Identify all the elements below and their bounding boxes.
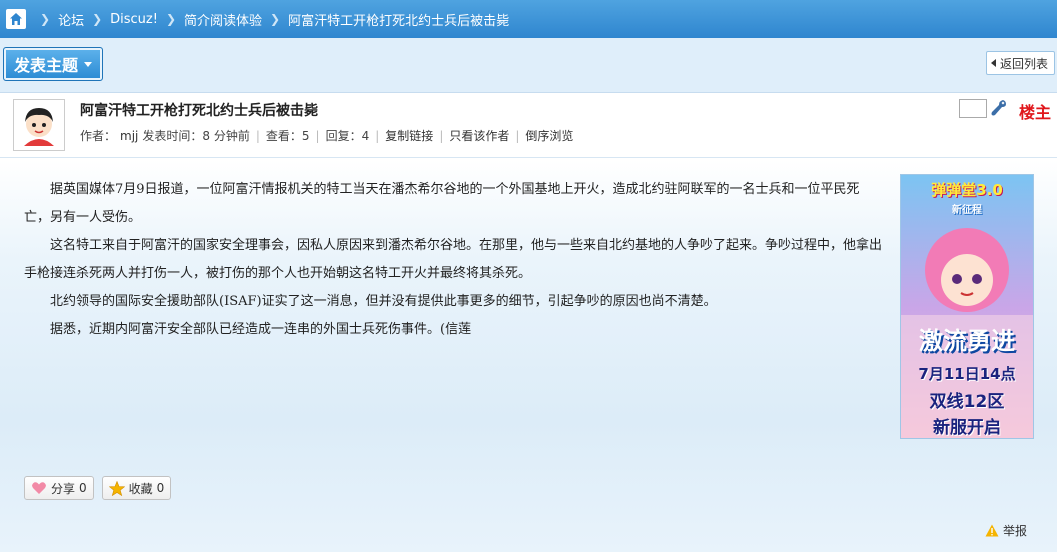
floor-jump-input[interactable] bbox=[959, 99, 987, 118]
replies-count: 4 bbox=[361, 128, 370, 143]
ad-banner[interactable]: 弹弹堂3.0 新征程 激流勇进 7月11日14点 双线12区 新服开启 bbox=[900, 174, 1034, 439]
post-content: 据英国媒体7月9日报道，一位阿富汗情报机关的特工当天在潘杰希尔谷地的一个外国基地… bbox=[24, 176, 884, 344]
time-label: 发表时间： bbox=[142, 129, 203, 143]
breadcrumb-separator: ❯ bbox=[165, 12, 177, 26]
meta-divider: | bbox=[255, 128, 260, 143]
breadcrumb-separator: ❯ bbox=[40, 12, 51, 26]
wrench-icon[interactable] bbox=[991, 99, 1007, 117]
post-paragraph: 这名特工来自于阿富汗的国家安全理事会，因私人原因来到潘杰希尔谷地。在那里，他与一… bbox=[24, 238, 883, 281]
author-link[interactable]: mjj bbox=[120, 129, 138, 143]
favorite-count: 0 bbox=[156, 481, 165, 495]
breadcrumb-item-board[interactable]: 简介阅读体验 bbox=[184, 10, 262, 29]
new-thread-label: 发表主题 bbox=[13, 56, 78, 75]
floor-label: 楼主 bbox=[1018, 103, 1051, 122]
breadcrumb-separator: ❯ bbox=[270, 12, 281, 26]
ad-slogan: 激流勇进 bbox=[919, 327, 1015, 355]
back-to-list-label: 返回列表 bbox=[999, 56, 1048, 71]
post-header: 阿富汗特工开枪打死北约士兵后被击毙 作者： mjj 发表时间： 8 分钟前 | … bbox=[0, 92, 1057, 158]
breadcrumb-item-forum[interactable]: 论坛 bbox=[58, 10, 84, 29]
post-meta: 作者： mjj 发表时间： 8 分钟前 | 查看： 5 | 回复： 4 | 复制… bbox=[80, 127, 573, 144]
copy-link-button[interactable]: 复制链接 bbox=[385, 127, 433, 144]
author-label: 作者： bbox=[80, 129, 117, 143]
back-to-list-button[interactable]: 返回列表 bbox=[985, 51, 1055, 75]
ad-subtitle: 新征程 bbox=[952, 205, 982, 216]
back-arrow-icon bbox=[990, 59, 996, 67]
ad-line-zone: 双线12区 bbox=[929, 392, 1005, 412]
share-button[interactable]: 分享 0 bbox=[24, 476, 94, 500]
warning-icon bbox=[985, 524, 999, 537]
share-count: 0 bbox=[79, 481, 87, 495]
avatar-cartoon-icon bbox=[16, 102, 62, 148]
post-paragraph: 北约领导的国际安全援助部队(ISAF)证实了这一消息，但并没有提供此事更多的细节… bbox=[50, 294, 717, 309]
new-thread-button[interactable]: 发表主题 bbox=[3, 47, 103, 81]
star-icon bbox=[108, 480, 125, 496]
replies-label: 回复： bbox=[325, 129, 362, 143]
breadcrumb-item-discuz[interactable]: Discuz! bbox=[110, 12, 158, 27]
favorite-label: 收藏 bbox=[128, 481, 153, 496]
meta-divider: | bbox=[375, 128, 380, 143]
report-button[interactable]: 举报 bbox=[985, 522, 1027, 539]
reverse-order-link[interactable]: 倒序浏览 bbox=[525, 127, 573, 144]
home-icon[interactable] bbox=[6, 9, 26, 29]
favorite-button[interactable]: 收藏 0 bbox=[101, 476, 172, 500]
chevron-down-icon bbox=[84, 61, 92, 67]
meta-divider: | bbox=[515, 128, 520, 143]
post-paragraph: 据悉，近期内阿富汗安全部队已经造成一连串的外国士兵死伤事件。(信莲 bbox=[50, 322, 472, 337]
meta-divider: | bbox=[439, 128, 444, 143]
share-label: 分享 bbox=[51, 481, 76, 496]
avatar[interactable] bbox=[13, 99, 65, 151]
views-label: 查看： bbox=[265, 129, 302, 143]
thread-toolbar: 发表主题 返回列表 bbox=[0, 38, 1057, 92]
post-actions: 分享 0 收藏 0 bbox=[24, 476, 172, 500]
views-count: 5 bbox=[301, 128, 310, 143]
ad-title: 弹弹堂3.0 bbox=[931, 181, 1003, 199]
author-only-link[interactable]: 只看该作者 bbox=[449, 127, 509, 144]
post-time: 8 分钟前 bbox=[202, 129, 250, 143]
breadcrumb: ❯ 论坛 ❯ Discuz! ❯ 简介阅读体验 ❯ 阿富汗特工开枪打死北约士兵后… bbox=[0, 0, 1057, 38]
post-title: 阿富汗特工开枪打死北约士兵后被击毙 bbox=[80, 103, 318, 119]
breadcrumb-separator: ❯ bbox=[92, 12, 103, 26]
ad-date: 7月11日14点 bbox=[918, 365, 1016, 383]
meta-divider: | bbox=[315, 128, 320, 143]
report-label: 举报 bbox=[1002, 524, 1027, 538]
heart-icon bbox=[32, 482, 46, 494]
post-paragraph: 据英国媒体7月9日报道，一位阿富汗情报机关的特工当天在潘杰希尔谷地的一个外国基地… bbox=[24, 182, 860, 225]
breadcrumb-item-thread[interactable]: 阿富汗特工开枪打死北约士兵后被击毙 bbox=[288, 10, 509, 29]
ad-line-open: 新服开启 bbox=[933, 418, 1001, 438]
